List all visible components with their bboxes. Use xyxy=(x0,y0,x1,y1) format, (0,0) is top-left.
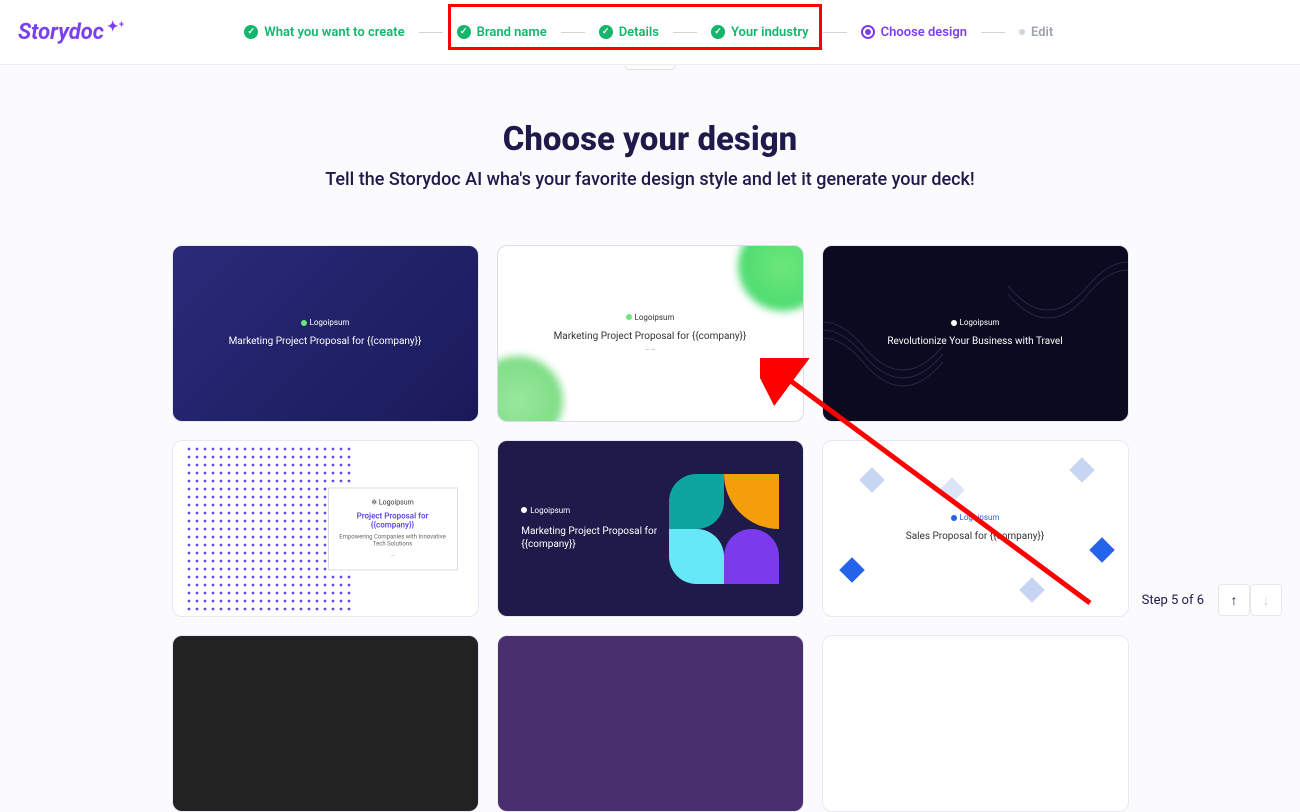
step-brand[interactable]: ✓ Brand name xyxy=(457,25,547,40)
step-create[interactable]: ✓ What you want to create xyxy=(244,25,404,40)
step-check-icon: ✓ xyxy=(457,25,471,39)
card-logo: Logoipsum xyxy=(951,513,1000,522)
card-logo: Logoipsum xyxy=(521,506,661,515)
prev-step-button[interactable]: ↑ xyxy=(1218,584,1250,616)
card-logo-text: Logoipsum xyxy=(530,506,570,515)
step-dot-icon xyxy=(1019,29,1025,35)
card-logo: Logoipsum xyxy=(301,318,350,327)
step-details[interactable]: ✓ Details xyxy=(599,25,659,40)
card-title: Project Proposal for {{company}} xyxy=(337,511,449,529)
design-grid: Logoipsum Marketing Project Proposal for… xyxy=(0,245,1300,812)
design-card-1[interactable]: Logoipsum Marketing Project Proposal for… xyxy=(172,245,479,422)
logo-dot-icon xyxy=(951,515,957,521)
footer-controls: Step 5 of 6 ↑ ↓ xyxy=(1142,584,1282,616)
logo[interactable]: Storydoc ✦⁺ xyxy=(18,20,124,45)
step-edit[interactable]: Edit xyxy=(1019,25,1053,40)
card-title: Marketing Project Proposal for {{company… xyxy=(521,525,661,552)
card-sub: — — xyxy=(645,347,656,354)
stepper: ✓ What you want to create ✓ Brand name ✓… xyxy=(244,25,1053,40)
design-card-4[interactable]: ✲ Logoipsum Project Proposal for {{compa… xyxy=(172,440,479,617)
arrow-up-icon: ↑ xyxy=(1231,592,1238,609)
blob-decoration xyxy=(738,245,804,311)
wave-decoration xyxy=(1008,245,1129,366)
page-subtitle: Tell the Storydoc AI wha's your favorite… xyxy=(0,169,1300,190)
step-divider xyxy=(673,32,697,33)
step-divider xyxy=(561,32,585,33)
step-check-icon: ✓ xyxy=(599,25,613,39)
blob-decoration xyxy=(497,356,563,422)
step-indicator: Step 5 of 6 xyxy=(1142,593,1204,608)
step-label: Details xyxy=(619,25,659,40)
design-card-5[interactable]: Logoipsum Marketing Project Proposal for… xyxy=(497,440,804,617)
arrow-down-icon: ↓ xyxy=(1263,592,1270,609)
card-sub: Empowering Companies with Innovative Tec… xyxy=(337,533,449,547)
step-check-icon: ✓ xyxy=(244,25,258,39)
step-design[interactable]: Choose design xyxy=(861,25,967,40)
card-logo-text: Logoipsum xyxy=(960,513,1000,522)
step-label: Your industry xyxy=(731,25,809,40)
logo-dot-icon xyxy=(951,320,957,326)
step-check-icon: ✓ xyxy=(711,25,725,39)
step-label: What you want to create xyxy=(264,25,404,40)
collapse-handle[interactable] xyxy=(625,66,675,70)
design-card-3[interactable]: Logoipsum Revolutionize Your Business wi… xyxy=(822,245,1129,422)
step-label: Choose design xyxy=(881,25,967,40)
wave-decoration xyxy=(822,266,943,422)
main-content: Choose your design Tell the Storydoc AI … xyxy=(0,65,1300,812)
design-card-6[interactable]: Logoipsum Sales Proposal for {{company}} xyxy=(822,440,1129,617)
design-card-2[interactable]: Logoipsum Marketing Project Proposal for… xyxy=(497,245,804,422)
card-logo-text: Logoipsum xyxy=(635,313,675,322)
iso-decoration xyxy=(823,441,1128,616)
logo-sparkle-icon: ✦⁺ xyxy=(107,19,124,35)
logo-text: Storydoc xyxy=(18,20,104,45)
next-step-button[interactable]: ↓ xyxy=(1250,584,1282,616)
page-title: Choose your design xyxy=(0,120,1300,159)
card-logo-text: Logoipsum xyxy=(379,498,414,506)
logo-dot-icon xyxy=(626,314,632,320)
step-label: Edit xyxy=(1031,25,1053,40)
design-card-9[interactable] xyxy=(822,635,1129,812)
card-logo-text: Logoipsum xyxy=(960,318,1000,327)
step-divider xyxy=(981,32,1005,33)
step-label: Brand name xyxy=(477,25,547,40)
card-title: Marketing Project Proposal for {{company… xyxy=(554,330,747,344)
step-divider xyxy=(419,32,443,33)
card-title: Marketing Project Proposal for {{company… xyxy=(229,335,422,349)
step-industry[interactable]: ✓ Your industry xyxy=(711,25,809,40)
card-logo-text: Logoipsum xyxy=(310,318,350,327)
step-radio-icon xyxy=(861,25,875,39)
geo-shapes-decoration xyxy=(669,474,779,584)
card-logo: Logoipsum xyxy=(951,318,1000,327)
step-divider xyxy=(823,32,847,33)
logo-dot-icon xyxy=(301,320,307,326)
card-left: Logoipsum Marketing Project Proposal for… xyxy=(521,506,661,552)
card-logo: Logoipsum xyxy=(626,313,675,322)
logo-dot-icon xyxy=(521,507,527,513)
header: Storydoc ✦⁺ ✓ What you want to create ✓ … xyxy=(0,0,1300,65)
design-card-8[interactable] xyxy=(497,635,804,812)
design-card-7[interactable] xyxy=(172,635,479,812)
card-inner-box: ✲ Logoipsum Project Proposal for {{compa… xyxy=(328,487,458,570)
card-title: Sales Proposal for {{company}} xyxy=(906,530,1045,544)
